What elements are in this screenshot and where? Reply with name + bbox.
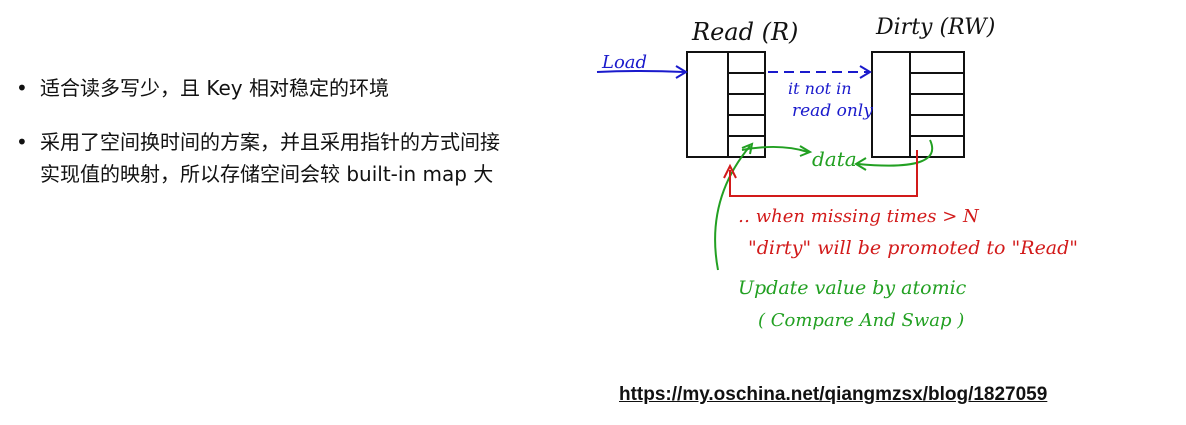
sync-map-diagram: Read (R) Dirty (RW) Load it not in read … (596, 15, 1078, 331)
bullet-item: • 采用了空间换时间的方案，并且采用指针的方式间接实现值的映射，所以存储空间会较… (16, 126, 516, 190)
miss-note-line2: read only (792, 101, 873, 121)
bullet-dot-icon: • (16, 130, 28, 154)
atomic-note-line1: Update value by atomic (738, 277, 967, 299)
bullet-dot-icon: • (16, 76, 28, 100)
data-label: data (812, 147, 857, 171)
read-store-block (686, 51, 766, 158)
bullet-item: • 适合读多写少，且 Key 相对稳定的环境 (16, 72, 516, 104)
atomic-note-line2: ( Compare And Swap ) (758, 310, 964, 331)
source-link[interactable]: https://my.oschina.net/qiangmzsx/blog/18… (619, 384, 1047, 406)
promotion-note-line1: ‥ when missing times > N (738, 206, 980, 227)
read-label: Read (R) (691, 18, 798, 46)
bullet-list: • 适合读多写少，且 Key 相对稳定的环境 • 采用了空间换时间的方案，并且采… (16, 72, 516, 212)
promotion-note-line2: "dirty" will be promoted to "Read" (748, 237, 1078, 259)
bullet-text: 适合读多写少，且 Key 相对稳定的环境 (40, 76, 389, 100)
bullet-text: 采用了空间换时间的方案，并且采用指针的方式间接实现值的映射，所以存储空间会较 b… (40, 130, 500, 186)
miss-dashed-arrow (768, 65, 872, 79)
load-label: Load (601, 52, 647, 73)
dirty-store-block (871, 51, 965, 158)
dirty-label: Dirty (RW) (875, 15, 995, 40)
miss-note-line1: it not in (788, 79, 852, 98)
